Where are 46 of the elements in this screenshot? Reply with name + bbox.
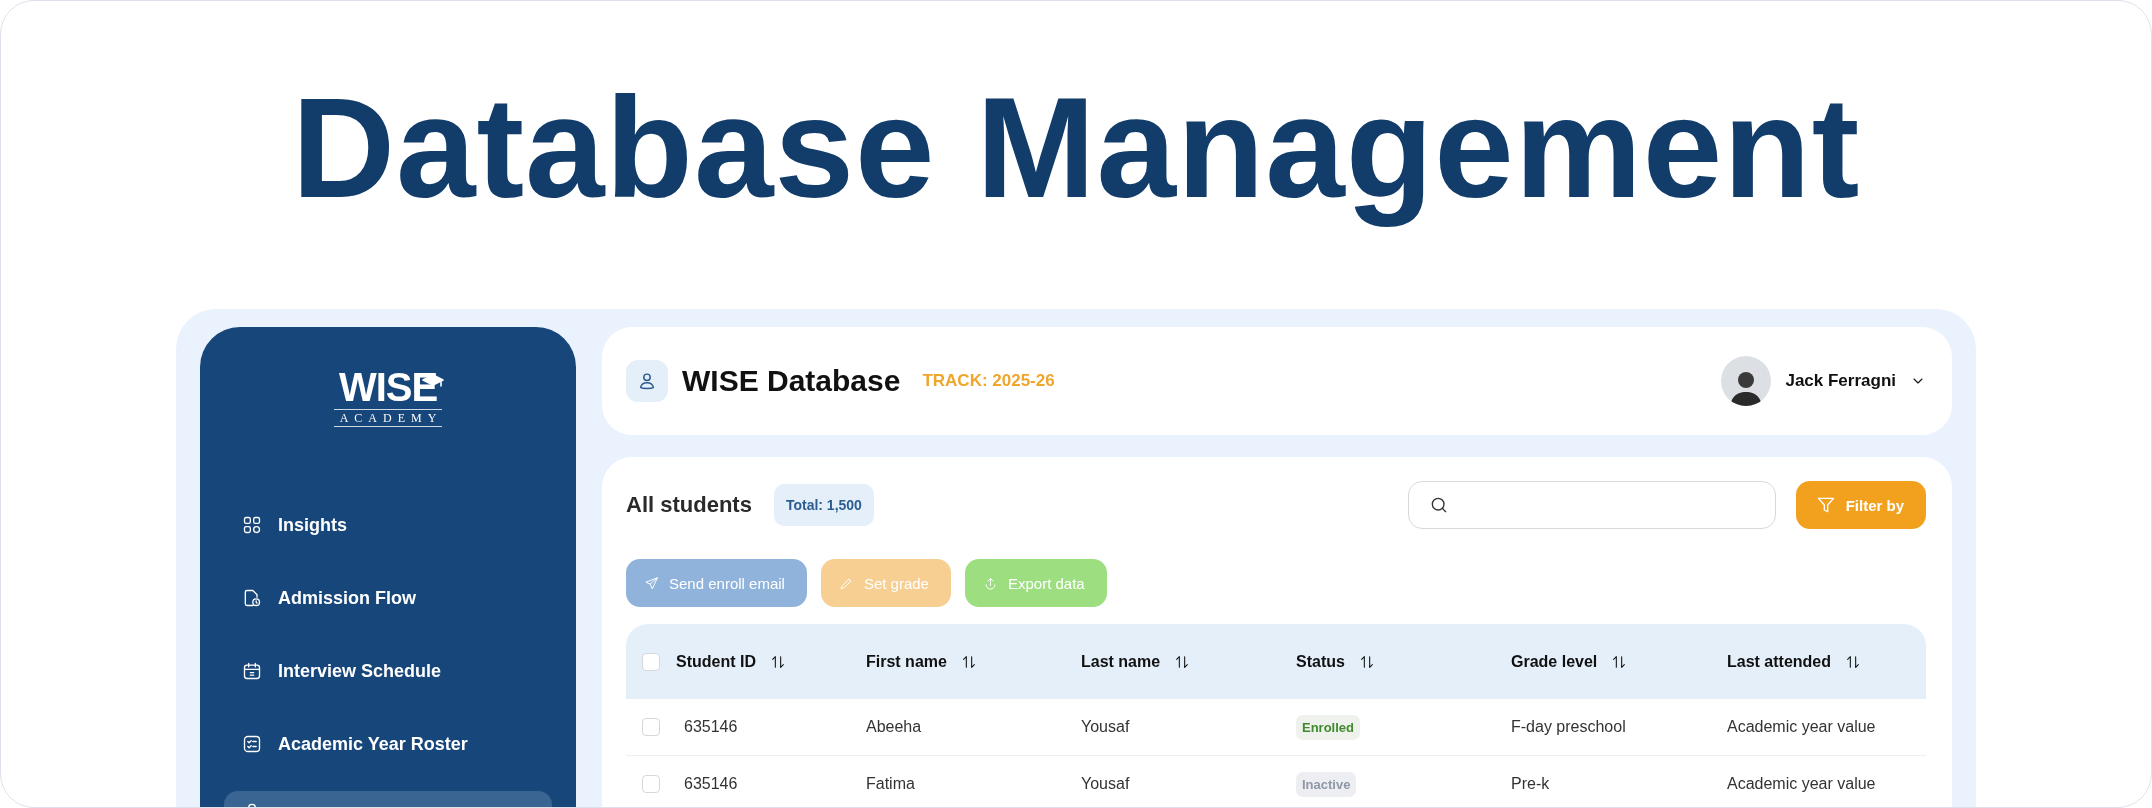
sort-icon	[960, 653, 977, 670]
select-all-checkbox[interactable]	[642, 652, 660, 671]
column-header[interactable]: Last attended	[1727, 652, 1861, 671]
sort-icon	[1611, 653, 1628, 670]
file-clock-icon	[242, 588, 262, 608]
checklist-icon	[242, 734, 262, 754]
search-field[interactable]	[1407, 481, 1776, 529]
column-header[interactable]: Student ID	[676, 652, 786, 671]
funnel-icon	[1815, 495, 1836, 515]
calendar-icon	[242, 661, 262, 681]
table-cell: Pre-k	[1511, 775, 1550, 792]
wise-academy-logo: WISE ACADEMY	[333, 367, 443, 427]
row-checkbox[interactable]	[642, 718, 660, 736]
sidebar-item[interactable]: Insights	[224, 505, 552, 545]
total-count: Total: 1,500	[773, 484, 874, 526]
grid-icon	[242, 515, 262, 535]
table-cell: Yousaf	[1081, 718, 1130, 735]
status-badge: Enrolled	[1296, 714, 1360, 740]
table-cell: Fatima	[866, 775, 915, 792]
column-header[interactable]: First name	[866, 652, 977, 671]
row-checkbox[interactable]	[642, 775, 660, 793]
send-icon	[644, 575, 659, 591]
page-title: WISE Database	[682, 364, 901, 398]
table-cell: Abeeha	[866, 718, 922, 735]
sort-icon	[770, 653, 786, 670]
column-header[interactable]: Grade level	[1511, 652, 1628, 671]
column-header[interactable]: Status	[1296, 652, 1375, 671]
table-cell: Academic year value	[1727, 718, 1876, 735]
sort-icon	[1174, 653, 1191, 670]
table-cell: F-day preschool	[1511, 718, 1626, 735]
user-name[interactable]: Jack Ferragni	[1785, 371, 1896, 391]
sidebar-item[interactable]: Academic Year Roster	[224, 724, 552, 764]
sidebar-item[interactable]: Interview Schedule	[224, 651, 552, 691]
table-cell: Yousaf	[1081, 775, 1130, 792]
column-header[interactable]: Last name	[1081, 652, 1191, 671]
track-label: TRACK: 2025-26	[922, 371, 1055, 391]
page-headline: Database Management	[290, 67, 1862, 229]
table-cell: Academic year value	[1727, 775, 1876, 792]
sort-icon	[1845, 653, 1861, 670]
section-title: All students	[626, 492, 752, 518]
status-badge: Inactive	[1296, 771, 1357, 797]
sidebar-item[interactable]: Admission Flow	[224, 578, 552, 618]
sort-icon	[1358, 653, 1375, 670]
table-cell: 635146	[684, 718, 738, 735]
user-avatar[interactable]	[1721, 356, 1772, 406]
table-cell: 635146	[684, 775, 738, 792]
